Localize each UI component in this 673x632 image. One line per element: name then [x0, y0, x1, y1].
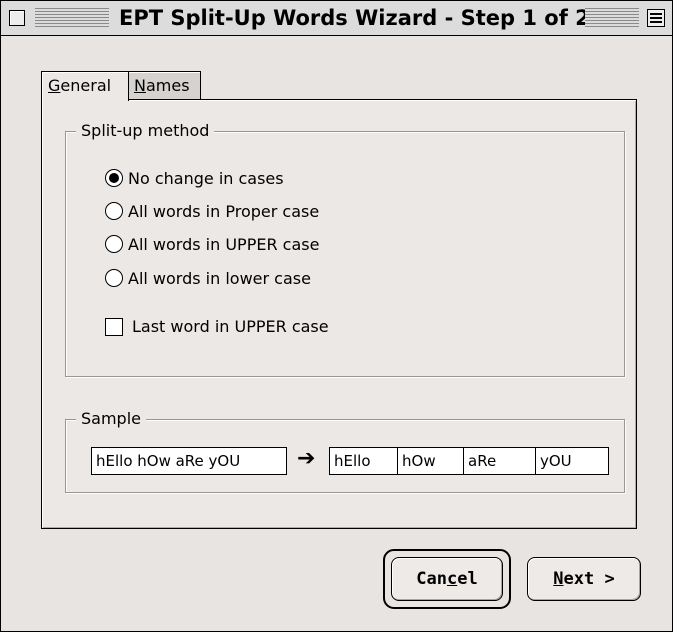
- radio-unselected-icon[interactable]: [105, 235, 123, 253]
- radio-proper-case-label: All words in Proper case: [128, 202, 320, 221]
- radio-selected-icon[interactable]: [105, 169, 123, 187]
- sample-legend: Sample: [76, 409, 146, 429]
- tab-names[interactable]: Names: [127, 71, 201, 100]
- sample-split-output: hEllo hOw aRe yOU: [329, 447, 609, 475]
- radio-unselected-icon[interactable]: [105, 202, 123, 220]
- tab-names-label: ames: [145, 76, 190, 95]
- sample-input-text: hEllo hOw aRe yOU: [91, 447, 287, 475]
- checkbox-unchecked-icon[interactable]: [105, 318, 123, 336]
- cancel-button-mnemonic: c: [446, 569, 458, 589]
- cancel-button-label-end: el: [457, 569, 478, 589]
- tab-names-mnemonic: N: [134, 76, 146, 95]
- radio-no-change-label: No change in cases: [128, 169, 284, 188]
- arrow-right-icon: ➔: [297, 446, 316, 471]
- sample-word-cell: hOw: [398, 448, 464, 474]
- radio-unselected-icon[interactable]: [105, 269, 123, 287]
- sample-word-cell: hEllo: [330, 448, 398, 474]
- cancel-button-label-start: Can: [416, 569, 447, 589]
- tab-general-label: eneral: [60, 76, 112, 95]
- collapse-box-icon[interactable]: [647, 9, 665, 27]
- window-title: EPT Split-Up Words Wizard - Step 1 of 2: [119, 6, 590, 30]
- wizard-window: EPT Split-Up Words Wizard - Step 1 of 2 …: [0, 0, 673, 632]
- title-bar-stripes-left: [35, 8, 109, 28]
- title-bar-stripes-right: [585, 8, 639, 28]
- next-button-mnemonic: N: [553, 569, 564, 589]
- sample-word-cell: yOU: [540, 452, 572, 470]
- title-bar[interactable]: EPT Split-Up Words Wizard - Step 1 of 2: [1, 1, 672, 36]
- close-box-icon[interactable]: [9, 10, 25, 26]
- sample-word-cell: aRe: [464, 448, 536, 474]
- radio-lower-case-label: All words in lower case: [128, 269, 311, 288]
- cancel-button[interactable]: Cancel: [391, 557, 503, 601]
- split-up-method-legend: Split-up method: [76, 121, 215, 141]
- next-button-label: ext >: [563, 569, 615, 589]
- checkbox-last-word-upper-label: Last word in UPPER case: [132, 317, 329, 336]
- radio-upper-case-label: All words in UPPER case: [128, 235, 320, 254]
- tab-general[interactable]: General: [41, 71, 129, 101]
- tab-general-mnemonic: G: [48, 76, 61, 95]
- next-button[interactable]: Next >: [527, 557, 641, 601]
